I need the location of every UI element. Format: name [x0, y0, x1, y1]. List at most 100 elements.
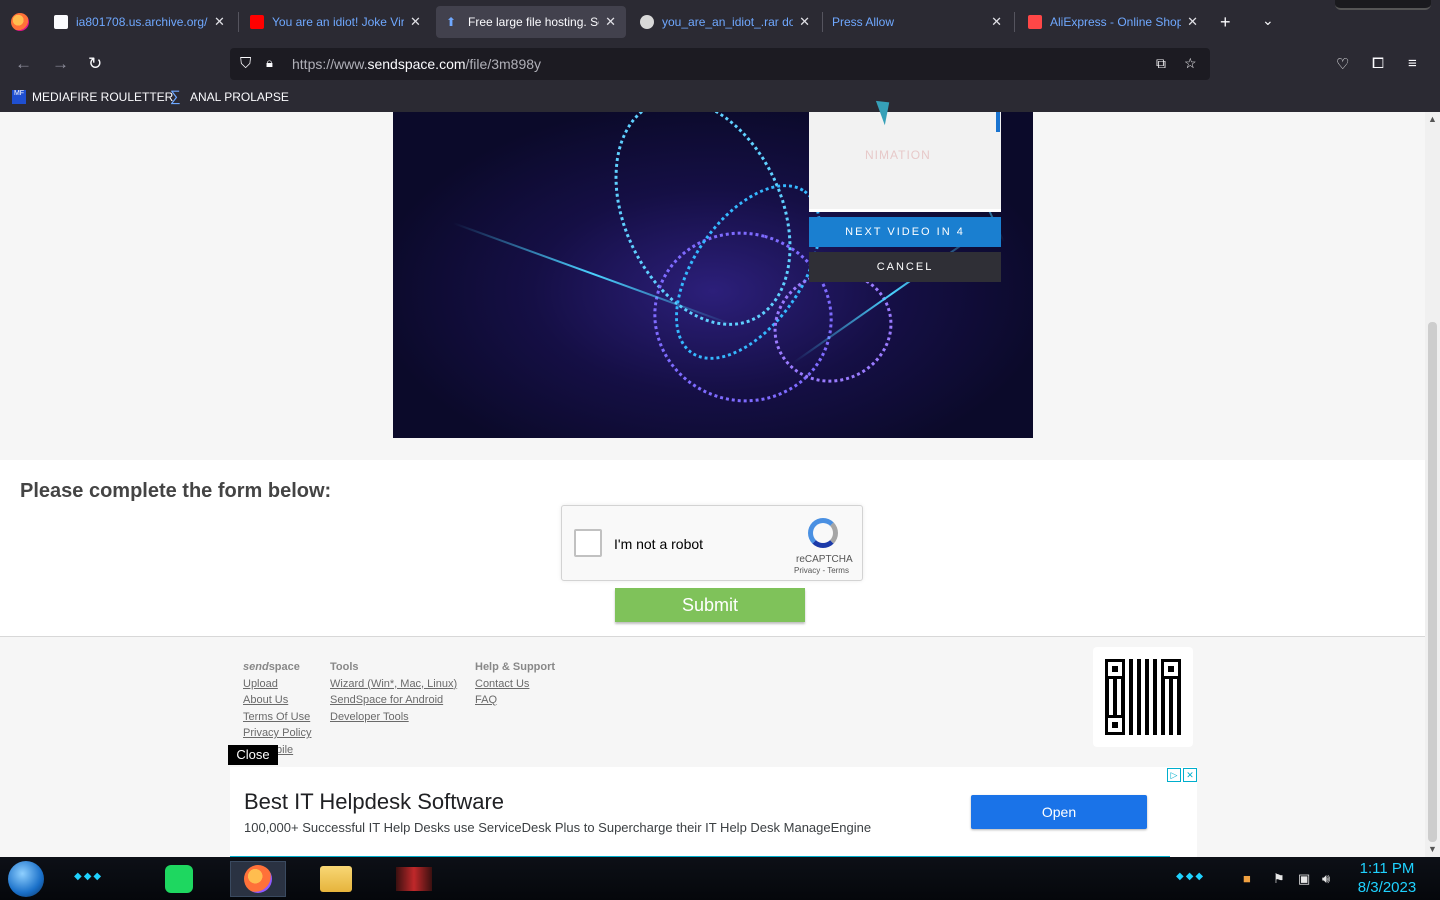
video-player[interactable]: NIMATION NEXT VIDEO IN 4 CANCEL [393, 112, 1033, 438]
folder-icon [320, 866, 352, 892]
address-bar[interactable]: ⛉ 🔒︎ https://www.sendspace.com/file/3m89… [230, 48, 1210, 80]
list-all-tabs-chevron-icon[interactable]: ⌄ [1262, 12, 1274, 29]
volume-icon[interactable]: 🔊︎ [1322, 871, 1330, 887]
lock-icon[interactable]: 🔒︎ [266, 55, 273, 71]
qr-finder-pattern [1161, 659, 1181, 679]
recaptcha-label: I'm not a robot [614, 536, 704, 552]
close-icon[interactable]: ✕ [605, 14, 616, 30]
bookmarks-toolbar: MF MEDIAFIRE ROULETTER ∑ ANAL PROLAPSE [0, 84, 1440, 112]
footer-link-developer-tools[interactable]: Developer Tools [330, 709, 457, 726]
network-icon[interactable]: ▣ [1298, 871, 1310, 887]
close-icon[interactable]: ✕ [410, 14, 421, 30]
footer-column-tools: Tools Wizard (Win*, Mac, Linux) SendSpac… [330, 659, 457, 725]
clock-date: 8/3/2023 [1357, 879, 1417, 896]
scrollbar-thumb[interactable] [1428, 322, 1437, 842]
mediafire-icon: MF [12, 90, 26, 104]
recaptcha-privacy-terms-link[interactable]: Privacy - Terms [794, 566, 849, 575]
hamburger-menu-icon[interactable]: ≡ [1408, 55, 1417, 72]
taskbar-app-firefox[interactable] [230, 861, 286, 897]
ad-choices[interactable]: ▷ ✕ [1167, 768, 1197, 782]
taskbar-app-file-explorer[interactable] [308, 861, 364, 897]
tab-separator [1014, 12, 1015, 32]
tab-archive[interactable]: ia801708.us.archive.org/2 ✕ [44, 6, 236, 38]
recaptcha-widget: I'm not a robot reCAPTCHA Privacy - Term… [561, 505, 863, 581]
pocket-icon[interactable]: ♡ [1336, 55, 1349, 73]
back-arrow-icon[interactable]: ← [15, 54, 32, 74]
spotify-icon [165, 865, 193, 893]
tab-title: Free large file hosting. Sen [468, 15, 600, 29]
recaptcha-logo-icon [808, 518, 838, 548]
new-tab-plus-icon[interactable]: + [1220, 12, 1231, 33]
ad-banner[interactable]: ▷ ✕ Best IT Helpdesk Software 100,000+ S… [230, 767, 1197, 857]
captcha-form-section: Please complete the form below: I'm not … [0, 460, 1425, 636]
url-text[interactable]: https://www.sendspace.com/file/3m898y [292, 56, 541, 72]
close-icon[interactable]: ✕ [1187, 14, 1198, 30]
footer-brand: sendspace [243, 659, 311, 676]
scroll-up-arrow-icon[interactable]: ▲ [1428, 114, 1437, 124]
recaptcha-checkbox[interactable] [574, 529, 602, 557]
ad-title[interactable]: Best IT Helpdesk Software [244, 789, 504, 815]
firefox-menu-icon[interactable] [11, 13, 29, 31]
thumbnail-logo: NIMATION [865, 148, 931, 162]
footer-link-contact-us[interactable]: Contact Us [475, 676, 555, 693]
footer-heading-tools: Tools [330, 661, 359, 673]
url-path: /file/3m898y [465, 56, 542, 72]
taskbar-clock[interactable]: 1:11 PM 8/3/2023 [1352, 859, 1422, 897]
next-video-button[interactable]: NEXT VIDEO IN 4 [809, 217, 1001, 247]
close-icon[interactable]: ✕ [799, 14, 810, 30]
tab-press-allow[interactable]: Press Allow ✕ [822, 6, 1012, 38]
firefox-icon [244, 865, 272, 893]
brand-rest: space [268, 661, 300, 673]
start-button-orb-icon[interactable] [8, 861, 44, 897]
taskbar: ◆◆◆ ◆◆◆ [0, 857, 1440, 900]
page-scrollbar[interactable]: ▲ ▼ [1425, 112, 1440, 857]
taskbar-app-spotify[interactable] [151, 861, 207, 897]
tab-strip: ia801708.us.archive.org/2 ✕ You are an i… [0, 0, 1440, 44]
close-icon[interactable]: ✕ [991, 14, 1002, 30]
close-ad-button[interactable]: Close [228, 745, 278, 765]
tray-app-icon[interactable]: ■ [1243, 871, 1251, 886]
footer-link-privacy[interactable]: Privacy Policy [243, 725, 311, 742]
bookmark-mediafire[interactable]: MF MEDIAFIRE ROULETTER [12, 90, 173, 104]
bookmark-label: ANAL PROLAPSE [190, 90, 289, 104]
sendspace-icon: ⬆ [446, 15, 457, 29]
bookmark-label: MEDIAFIRE ROULETTER [32, 90, 174, 104]
extensions-puzzle-icon[interactable]: ⧠ [1372, 55, 1384, 72]
ufo-icon [640, 15, 654, 29]
action-center-flag-icon[interactable]: ⚑ [1273, 871, 1285, 887]
game-icon [396, 867, 432, 891]
footer-link-upload[interactable]: Upload [243, 676, 311, 693]
ad-choices-play-icon[interactable]: ▷ [1167, 768, 1181, 782]
tab-rar[interactable]: you_are_an_idiot_.rar dos ✕ [630, 6, 820, 38]
bookmark-anal-prolapse[interactable]: ∑ ANAL PROLAPSE [170, 88, 289, 105]
qr-finder-pattern [1105, 659, 1125, 679]
scroll-down-arrow-icon[interactable]: ▼ [1428, 844, 1437, 854]
next-video-thumbnail[interactable]: NIMATION [809, 112, 1001, 212]
tab-youtube[interactable]: You are an idiot! Joke Viru ✕ [240, 6, 432, 38]
taskbar-decoration: ◆◆◆ [1176, 871, 1206, 882]
footer-link-terms[interactable]: Terms Of Use [243, 709, 311, 726]
cancel-next-video-button[interactable]: CANCEL [809, 252, 1001, 282]
tab-sendspace[interactable]: ⬆ Free large file hosting. Sen ✕ [436, 6, 626, 38]
page-content: NIMATION NEXT VIDEO IN 4 CANCEL Please c… [0, 112, 1425, 857]
footer-link-android[interactable]: SendSpace for Android [330, 692, 457, 709]
reload-icon[interactable]: ↻ [88, 54, 102, 74]
tracking-protection-shield-icon[interactable]: ⛉ [240, 55, 251, 72]
bookmark-star-icon[interactable]: ☆ [1184, 55, 1197, 72]
footer-link-about-us[interactable]: About Us [243, 692, 311, 709]
tab-aliexpress[interactable]: AliExpress - Online Shopp ✕ [1018, 6, 1208, 38]
tab-title: You are an idiot! Joke Viru [272, 15, 404, 29]
footer-link-wizard[interactable]: Wizard (Win*, Mac, Linux) [330, 676, 457, 693]
sigma-icon: ∑ [170, 88, 181, 105]
forward-arrow-icon[interactable]: → [52, 54, 69, 74]
taskbar-app-game[interactable] [386, 861, 442, 897]
footer-link-faq[interactable]: FAQ [475, 692, 555, 709]
ad-open-button[interactable]: Open [971, 795, 1147, 829]
picture-in-picture-icon[interactable]: ⧉ [1156, 55, 1166, 72]
close-icon[interactable]: ✕ [214, 14, 225, 30]
submit-button[interactable]: Submit [615, 588, 805, 622]
url-domain: sendspace.com [367, 56, 466, 72]
ad-close-x-icon[interactable]: ✕ [1183, 768, 1197, 782]
panel-accent-bar [996, 112, 1000, 132]
footer-column-help: Help & Support Contact Us FAQ [475, 659, 555, 709]
